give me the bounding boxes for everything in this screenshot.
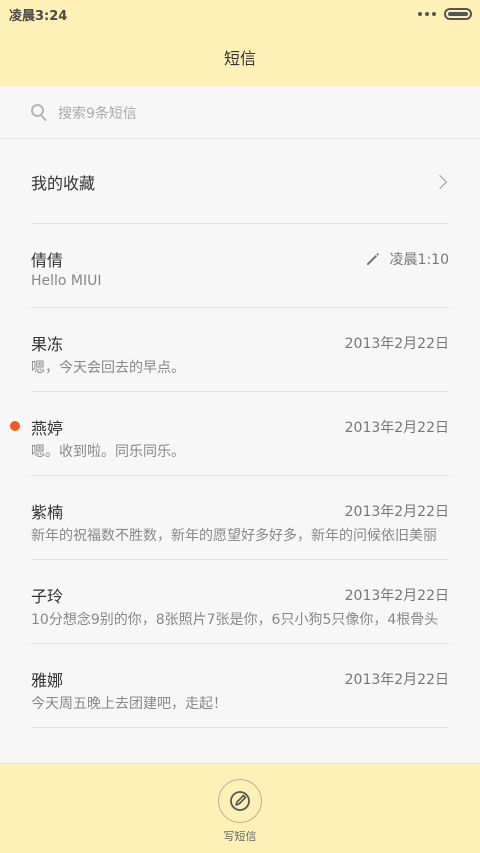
conversation-item[interactable]: 果冻 嗯，今天会回去的早点。 2013年2月22日 [31, 308, 449, 392]
favorites-item[interactable]: 我的收藏 [31, 140, 449, 224]
contact-name: 雅娜 [31, 671, 64, 690]
conversation-item[interactable]: 倩倩 Hello MIUI 凌晨1:10 [31, 224, 449, 308]
conversation-item[interactable]: 雅娜 今天周五晚上去团建吧，走起！ 2013年2月22日 [31, 644, 449, 728]
compose-label: 写短信 [223, 830, 257, 843]
page-title: 短信 [223, 49, 256, 68]
conversation-list: 我的收藏 倩倩 Hello MIUI 凌晨1:10 果冻 嗯，今天会回去的早点。… [0, 140, 480, 728]
message-preview: 新年的祝福数不胜数，新年的愿望好多好多，新年的问候依旧美丽 [31, 528, 437, 544]
contact-name: 倩倩 [31, 251, 64, 270]
compose-icon [230, 791, 250, 811]
conversation-item[interactable]: 子玲 10分想念9别的你，8张照片7张是你，6只小狗5只像你，4根骨头 2013… [31, 560, 449, 644]
message-preview: 今天周五晚上去团建吧，走起！ [31, 696, 227, 712]
contact-name: 紫楠 [31, 503, 64, 522]
message-date: 2013年2月22日 [344, 504, 449, 520]
sms-app: 凌晨3:24 短信 搜索9条短信 我的收藏 倩倩 Hello MIUI 凌晨1:… [0, 0, 480, 853]
battery-icon [444, 8, 472, 20]
message-date: 2013年2月22日 [344, 672, 449, 688]
title-bar: 短信 [0, 28, 480, 86]
message-preview: 嗯，今天会回去的早点。 [31, 360, 185, 376]
compose-button[interactable] [218, 779, 262, 823]
message-date: 2013年2月22日 [344, 588, 449, 604]
status-time: 凌晨3:24 [9, 8, 68, 24]
message-date: 2013年2月22日 [344, 420, 449, 436]
search-icon [31, 104, 49, 122]
search-placeholder: 搜索9条短信 [58, 106, 137, 122]
message-preview: Hello MIUI [31, 273, 102, 289]
message-date: 凌晨1:10 [389, 252, 449, 268]
contact-name: 燕婷 [31, 419, 64, 438]
more-dots-icon [418, 12, 436, 16]
message-preview: 嗯。收到啦。同乐同乐。 [31, 444, 185, 460]
search-input[interactable]: 搜索9条短信 [0, 88, 480, 139]
status-icons [418, 8, 472, 20]
chevron-right-icon [432, 174, 448, 189]
message-preview: 10分想念9别的你，8张照片7张是你，6只小狗5只像你，4根骨头 [31, 612, 439, 628]
conversation-item[interactable]: 燕婷 嗯。收到啦。同乐同乐。 2013年2月22日 [10, 392, 449, 476]
contact-name: 果冻 [31, 335, 64, 354]
unread-indicator [10, 421, 20, 431]
favorites-label: 我的收藏 [31, 173, 96, 193]
message-date: 2013年2月22日 [344, 336, 449, 352]
conversation-item[interactable]: 紫楠 新年的祝福数不胜数，新年的愿望好多好多，新年的问候依旧美丽 2013年2月… [31, 476, 449, 560]
status-bar: 凌晨3:24 [0, 0, 480, 28]
draft-pencil-icon [366, 253, 379, 265]
contact-name: 子玲 [31, 587, 64, 606]
message-time: 凌晨1:10 [365, 249, 449, 269]
bottom-bar: 写短信 [0, 763, 480, 853]
